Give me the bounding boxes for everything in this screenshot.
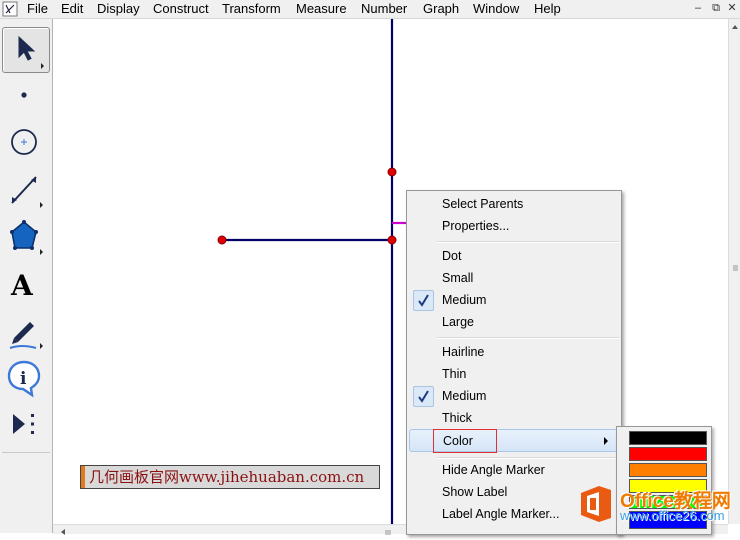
menu-item-point-dot[interactable]: Dot (409, 245, 619, 267)
text-tool[interactable]: A (2, 261, 48, 305)
polygon-icon (10, 220, 43, 255)
menu-item-label: Medium (442, 389, 487, 403)
vertical-scrollbar-arrows (732, 25, 738, 271)
menu-item-line-thin[interactable]: Thin (409, 363, 619, 385)
arrow-select-tool[interactable] (2, 27, 50, 73)
menu-item-label: Label Angle Marker... (442, 507, 560, 521)
color-swatch-red[interactable] (629, 447, 707, 461)
checkmark-icon (413, 386, 434, 407)
brand-logo: Office教程网 www.office26.com (574, 484, 740, 533)
point-left-endpoint[interactable] (217, 235, 227, 245)
menu-item-line-hairline[interactable]: Hairline (409, 341, 619, 363)
marker-tool[interactable] (2, 308, 48, 352)
minimize-button[interactable]: – (690, 1, 706, 15)
menu-transform[interactable]: Transform (222, 1, 281, 17)
menu-item-line-thick[interactable]: Thick (409, 407, 619, 429)
text-tool-glyph: A (10, 269, 34, 302)
menu-item-label: Large (442, 315, 474, 329)
submenu-arrow-icon (604, 437, 608, 445)
custom-tools-icon (13, 414, 34, 434)
menu-display[interactable]: Display (97, 1, 140, 17)
office-logo-icon (581, 486, 611, 522)
point-icon (21, 92, 27, 98)
menu-file[interactable]: File (27, 1, 48, 17)
info-tool-glyph: i (20, 369, 27, 389)
menu-item-label: Medium (442, 293, 487, 307)
menu-item-hide-angle-marker[interactable]: Hide Angle Marker (409, 459, 619, 481)
color-swatch-black[interactable] (629, 431, 707, 445)
checkmark-icon (413, 290, 434, 311)
watermark-accent-bar (81, 466, 85, 488)
menu-item-label: Small (442, 271, 474, 285)
menu-item-properties[interactable]: Properties... (409, 215, 619, 237)
brand-url: www.office26.com (620, 508, 725, 523)
menu-item-point-medium[interactable]: Medium (409, 289, 619, 311)
menu-item-line-medium[interactable]: Medium (409, 385, 619, 407)
toolbox: A i (0, 19, 53, 533)
restore-button[interactable]: ⧉ (708, 1, 724, 15)
menu-construct[interactable]: Construct (153, 1, 209, 17)
menu-item-select-parents[interactable]: Select Parents (409, 193, 619, 215)
polygon-tool[interactable] (2, 214, 48, 258)
information-icon: i (7, 360, 41, 398)
information-tool[interactable]: i (2, 355, 48, 399)
point-intersection[interactable] (387, 235, 397, 245)
menu-item-label: Select Parents (442, 197, 524, 211)
close-button[interactable]: ✕ (724, 1, 740, 15)
website-watermark: 几何画板官网www.jihehuaban.com.cn (80, 465, 380, 489)
menu-separator (437, 241, 619, 243)
menu-separator (437, 337, 619, 339)
menu-item-label: Hairline (442, 345, 485, 359)
menu-item-point-large[interactable]: Large (409, 311, 619, 333)
menu-item-point-small[interactable]: Small (409, 267, 619, 289)
menu-edit[interactable]: Edit (61, 1, 83, 17)
point-on-line[interactable] (387, 167, 397, 177)
app-icon[interactable] (2, 1, 18, 17)
segment-icon (11, 176, 43, 208)
compass-circle-icon (11, 129, 37, 155)
vertical-scrollbar[interactable] (728, 19, 740, 524)
menu-help[interactable]: Help (534, 1, 561, 17)
custom-tool[interactable] (2, 402, 48, 446)
menu-window[interactable]: Window (473, 1, 519, 17)
color-swatch-orange[interactable] (629, 463, 707, 477)
arrow-select-icon (18, 35, 44, 69)
point-tool[interactable] (2, 73, 48, 117)
menu-item-label: Dot (442, 249, 462, 263)
toolbox-divider (2, 452, 50, 453)
menu-item-label: Thin (442, 367, 467, 381)
marker-pen-icon (9, 322, 43, 349)
menu-number[interactable]: Number (361, 1, 407, 17)
menu-item-label: Properties... (442, 219, 510, 233)
menu-item-label: Show Label (442, 485, 508, 499)
menu-bar: File Edit Display Construct Transform Me… (0, 0, 740, 19)
straightedge-tool[interactable] (2, 167, 48, 211)
menu-measure[interactable]: Measure (296, 1, 347, 17)
menu-item-label: Thick (442, 411, 472, 425)
compass-tool[interactable] (2, 120, 48, 164)
watermark-text: 几何画板官网www.jihehuaban.com.cn (89, 468, 365, 486)
menu-item-label: Hide Angle Marker (442, 463, 545, 477)
text-icon: A (10, 269, 34, 302)
annotation-highlight-box (433, 429, 497, 453)
menu-graph[interactable]: Graph (423, 1, 459, 17)
